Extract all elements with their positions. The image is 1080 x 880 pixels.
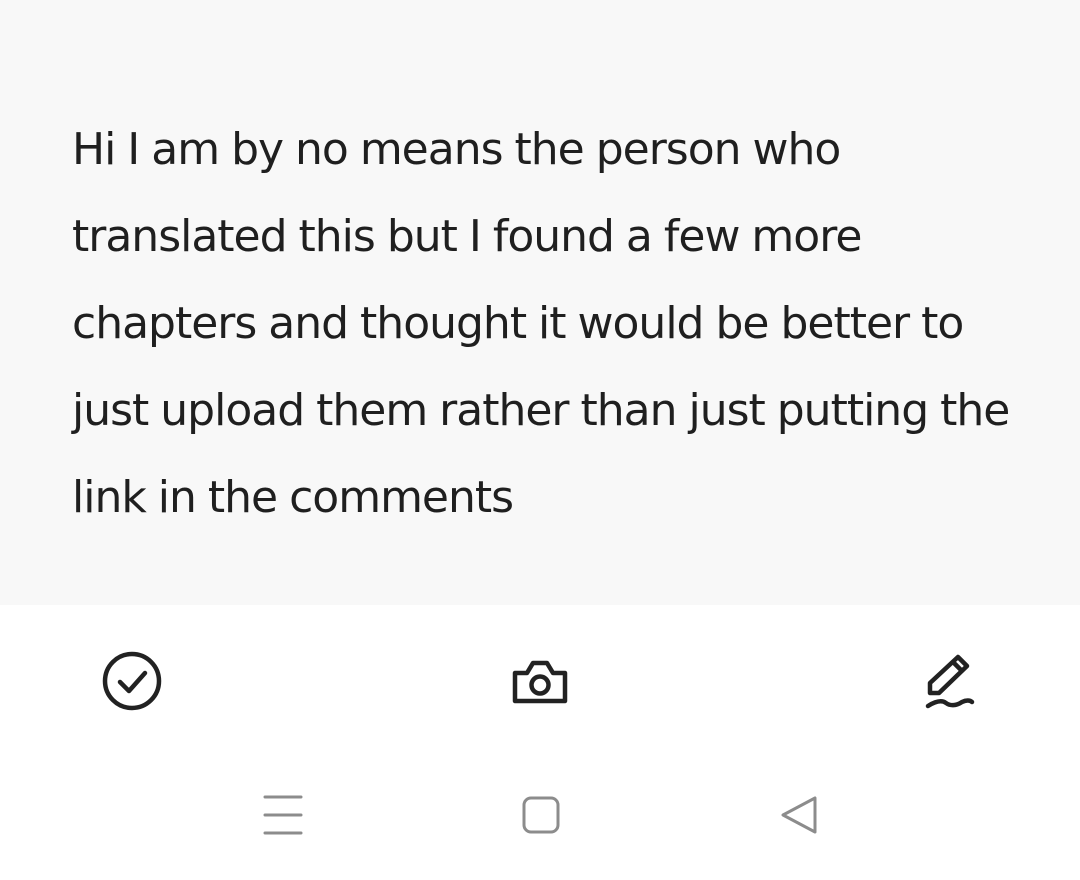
note-content-area[interactable]: Hi I am by no means the person who trans…: [0, 0, 1080, 605]
checklist-button[interactable]: [92, 641, 172, 721]
back-button[interactable]: [769, 785, 829, 845]
menu-icon: [263, 795, 303, 835]
camera-icon: [512, 660, 568, 704]
home-button[interactable]: [511, 785, 571, 845]
note-text[interactable]: Hi I am by no means the person who trans…: [72, 106, 1032, 541]
note-toolbar: [0, 605, 1080, 755]
recent-apps-button[interactable]: [253, 785, 313, 845]
home-square-icon: [522, 796, 560, 834]
system-navigation-bar: [0, 755, 1080, 880]
back-triangle-icon: [781, 796, 817, 834]
check-circle-icon: [102, 651, 162, 711]
handwriting-button[interactable]: [908, 641, 988, 721]
pen-icon: [925, 654, 975, 709]
camera-button[interactable]: [500, 641, 580, 721]
